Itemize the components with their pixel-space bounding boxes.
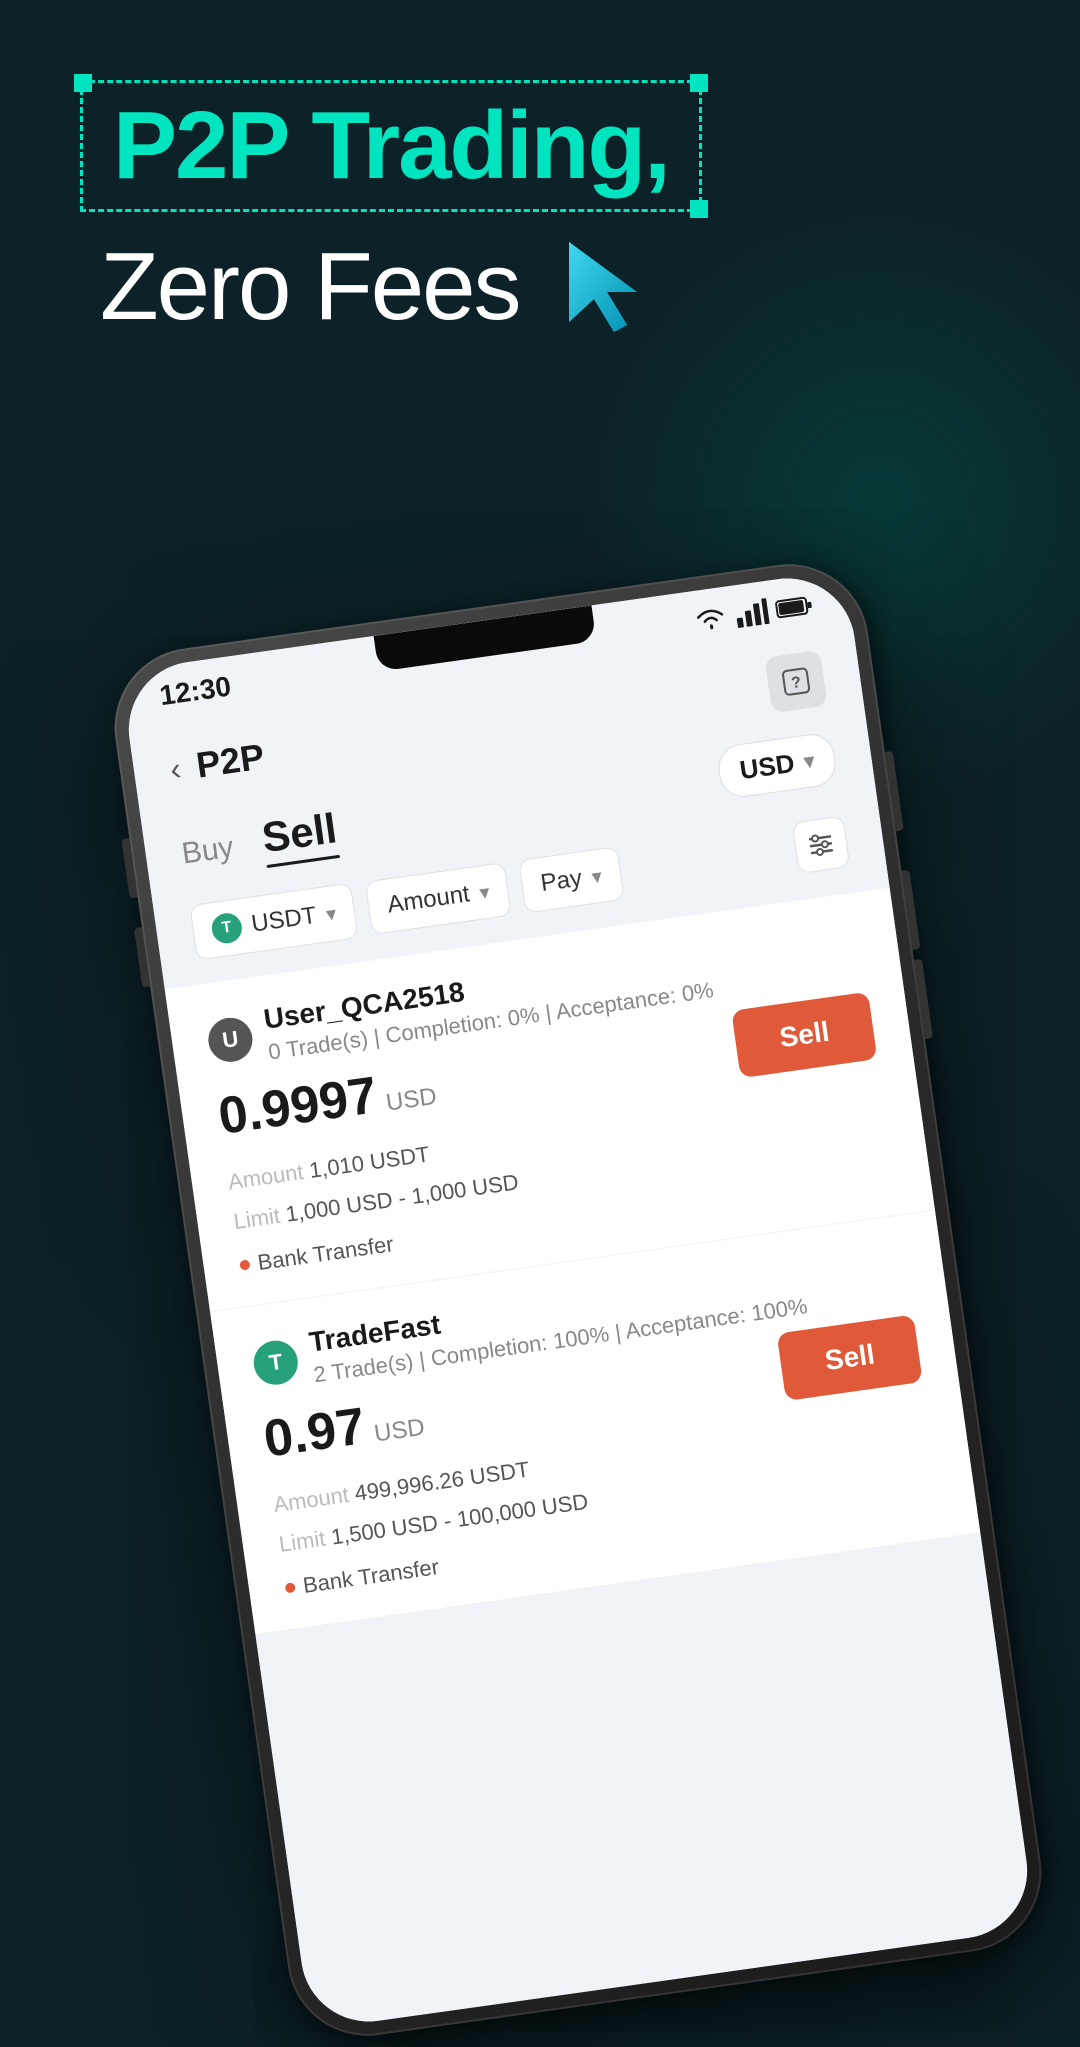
zero-fees-row: Zero Fees <box>80 232 1000 342</box>
sell-button-2[interactable]: Sell <box>777 1315 923 1402</box>
corner-br <box>690 200 708 218</box>
price-display-2: 0.97 USD <box>261 1392 427 1466</box>
amount-label-2: Amount <box>272 1482 351 1517</box>
battery-icon <box>774 594 815 621</box>
corner-tl <box>74 74 92 92</box>
currency-chevron: ▾ <box>803 748 816 774</box>
header-section: P2P Trading, Zero Fees <box>0 0 1080 382</box>
amount-label-1: Amount <box>226 1159 305 1194</box>
price-currency-1: USD <box>384 1083 438 1117</box>
amount-filter-dropdown[interactable]: Amount ▾ <box>365 862 512 935</box>
price-currency-2: USD <box>373 1414 427 1448</box>
coin-chevron-icon: ▾ <box>324 901 337 927</box>
payment-dot-1 <box>239 1260 250 1271</box>
price-display-1: 0.9997 USD <box>215 1061 438 1143</box>
svg-text:?: ? <box>790 674 802 692</box>
pay-filter-dropdown[interactable]: Pay ▾ <box>518 846 624 913</box>
user-avatar-2: T <box>251 1338 301 1388</box>
payment-tag-1: Bank Transfer <box>238 1231 395 1278</box>
back-arrow-icon: ‹ <box>168 750 184 788</box>
status-time: 12:30 <box>158 670 233 712</box>
wifi-icon <box>691 604 730 635</box>
status-icons <box>691 592 815 635</box>
payment-method-1: Bank Transfer <box>256 1231 395 1276</box>
amount-chevron-icon: ▾ <box>478 879 491 905</box>
help-icon: ? <box>780 666 812 698</box>
payment-tag-2: Bank Transfer <box>284 1554 441 1601</box>
coin-label: USDT <box>250 902 319 939</box>
corner-tr <box>690 74 708 92</box>
signal-icon <box>734 598 769 628</box>
help-button[interactable]: ? <box>764 650 827 713</box>
back-button[interactable]: ‹ P2P <box>167 736 267 791</box>
tab-buy[interactable]: Buy <box>180 830 236 871</box>
tab-sell[interactable]: Sell <box>259 804 340 862</box>
pay-chevron-icon: ▾ <box>590 863 603 889</box>
currency-dropdown[interactable]: USD ▾ <box>715 731 838 800</box>
price-value-2: 0.97 <box>260 1397 368 1469</box>
price-value-1: 0.9997 <box>215 1066 381 1146</box>
pay-label: Pay <box>539 864 584 897</box>
amount-label: Amount <box>386 880 472 919</box>
payment-method-2: Bank Transfer <box>301 1554 440 1599</box>
sell-button-1[interactable]: Sell <box>731 992 877 1079</box>
tabs-left: Buy Sell <box>178 804 340 873</box>
limit-label-1: Limit <box>232 1202 281 1233</box>
usdt-icon: T <box>210 911 244 945</box>
user-avatar-1: U <box>206 1015 256 1065</box>
payment-dot-2 <box>285 1583 296 1594</box>
listings-wrapper: U User_QCA2518 0 Trade(s) | Completion: … <box>165 888 981 1636</box>
filter-icon <box>805 829 837 861</box>
limit-label-2: Limit <box>277 1525 326 1556</box>
coin-filter-dropdown[interactable]: T USDT ▾ <box>189 883 359 961</box>
cursor-icon <box>559 237 649 337</box>
app-title: P2P <box>194 736 267 787</box>
filter-icon-button[interactable] <box>792 815 851 874</box>
currency-label: USD <box>738 748 797 786</box>
trading-title: P2P Trading, <box>113 92 669 199</box>
zero-fees-text: Zero Fees <box>100 232 519 342</box>
trading-title-box: P2P Trading, <box>80 80 702 212</box>
